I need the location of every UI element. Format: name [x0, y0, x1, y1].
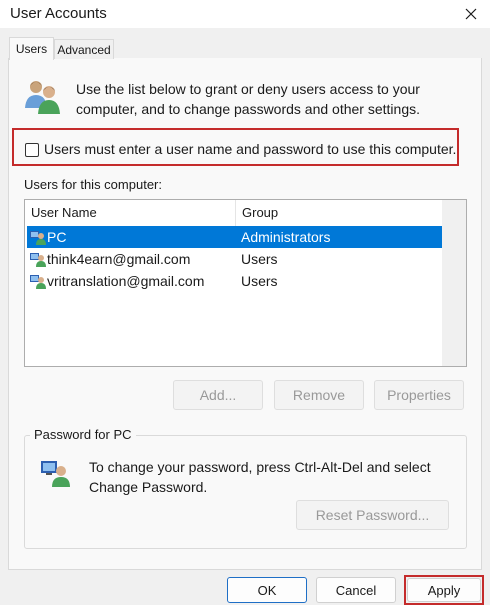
- user-name-cell: vritranslation@gmail.com: [47, 273, 205, 289]
- user-group-cell: Users: [241, 251, 278, 267]
- user-name-cell: PC: [47, 229, 67, 245]
- users-group-icon: [25, 81, 60, 114]
- apply-button[interactable]: Apply: [407, 578, 481, 602]
- table-row[interactable]: vritranslation@gmail.com Users: [27, 270, 442, 292]
- tab-advanced[interactable]: Advanced: [54, 39, 114, 59]
- password-help-text: To change your password, press Ctrl-Alt-…: [89, 459, 431, 495]
- cancel-button[interactable]: Cancel: [316, 577, 396, 603]
- ok-button[interactable]: OK: [227, 577, 307, 603]
- window-title: User Accounts: [10, 5, 107, 22]
- user-icon: [30, 231, 46, 245]
- tab-users[interactable]: Users: [9, 37, 54, 60]
- properties-button[interactable]: Properties: [374, 380, 464, 410]
- list-header: User Name Group: [25, 200, 442, 226]
- column-header-group[interactable]: Group: [236, 200, 442, 226]
- require-login-label[interactable]: Users must enter a user name and passwor…: [44, 141, 456, 157]
- user-icon: [30, 253, 46, 267]
- close-button[interactable]: [452, 0, 490, 28]
- users-list[interactable]: User Name Group PC Administrators think4…: [24, 199, 467, 367]
- intro-text: Use the list below to grant or deny user…: [76, 81, 420, 117]
- user-group-cell: Administrators: [241, 229, 331, 245]
- add-user-button[interactable]: Add...: [173, 380, 263, 410]
- column-header-user-name[interactable]: User Name: [25, 200, 236, 226]
- table-row[interactable]: think4earn@gmail.com Users: [27, 248, 442, 270]
- password-groupbox-title: Password for PC: [30, 427, 136, 442]
- user-name-cell: think4earn@gmail.com: [47, 251, 191, 267]
- remove-user-button[interactable]: Remove: [274, 380, 364, 410]
- user-group-cell: Users: [241, 273, 278, 289]
- users-list-label: Users for this computer:: [24, 177, 162, 192]
- user-icon: [30, 275, 46, 289]
- list-scrollbar[interactable]: [442, 200, 466, 366]
- close-icon: [465, 8, 477, 20]
- user-key-icon: [41, 461, 70, 487]
- require-login-checkbox[interactable]: [25, 143, 39, 157]
- reset-password-button[interactable]: Reset Password...: [296, 500, 449, 530]
- table-row[interactable]: PC Administrators: [27, 226, 442, 248]
